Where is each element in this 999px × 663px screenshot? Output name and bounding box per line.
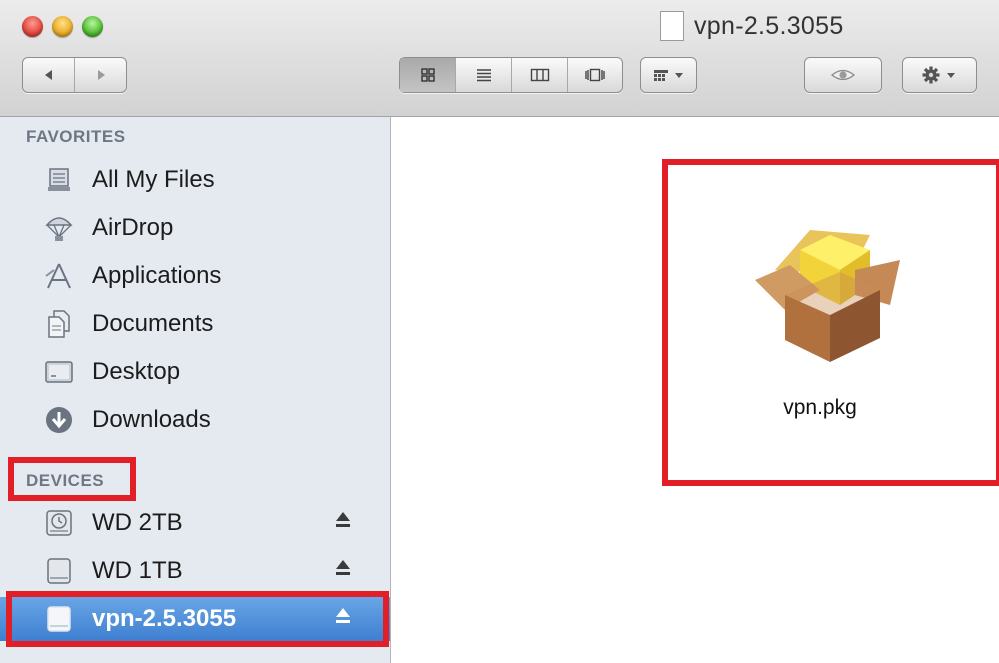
icon-view-icon [420,68,435,82]
window-title: vpn-2.5.3055 [660,8,844,44]
devices-highlight-box [8,457,136,501]
sidebar-item-label: Downloads [92,406,211,433]
sidebar-item-all-my-files[interactable]: All My Files [0,158,390,202]
back-arrow-icon [44,70,52,80]
sidebar-item-label: WD 2TB [92,509,183,536]
zoom-window-button[interactable] [82,16,103,37]
eye-icon [830,69,856,81]
airdrop-icon [44,213,74,243]
quicklook-group [804,57,882,93]
gear-icon [922,66,955,84]
selected-volume-highlight-box [6,591,389,647]
sidebar-item-airdrop[interactable]: AirDrop [0,206,390,250]
view-mode-group [399,57,623,93]
cover-flow-icon [585,68,605,82]
action-menu-button[interactable] [903,58,976,92]
arrange-group [640,57,697,93]
downloads-icon [44,405,74,435]
desktop-icon [44,357,74,387]
sidebar-item-wd-1tb[interactable]: WD 1TB [0,549,390,593]
sidebar-item-label: AirDrop [92,214,174,241]
sidebar-item-label: Documents [92,310,214,337]
column-view-button[interactable] [512,58,568,92]
disk-icon [44,556,74,586]
quicklook-button[interactable] [805,58,881,92]
window-title-text: vpn-2.5.3055 [694,11,844,40]
time-machine-disk-icon [44,508,74,538]
close-window-button[interactable] [22,16,43,37]
cover-flow-button[interactable] [568,58,622,92]
arrange-button[interactable] [641,58,696,92]
documents-icon [44,309,74,339]
window-toolbar: vpn-2.5.3055 [0,0,999,117]
list-view-icon [476,69,491,82]
eject-icon[interactable] [335,559,351,577]
sidebar-item-label: WD 1TB [92,557,183,584]
action-group [902,57,977,93]
back-forward-group [22,57,127,93]
sidebar-item-wd-2tb[interactable]: WD 2TB [0,501,390,545]
forward-arrow-icon [97,70,105,80]
sidebar: FAVORITES All My Files AirDrop Applicati… [0,117,391,663]
eject-icon[interactable] [335,511,351,529]
list-view-button[interactable] [456,58,512,92]
all-my-files-icon [44,165,74,195]
sidebar-item-label: Applications [92,262,222,289]
icon-view-button[interactable] [400,58,456,92]
minimize-window-button[interactable] [52,16,73,37]
sidebar-item-desktop[interactable]: Desktop [0,350,390,394]
sidebar-item-label: All My Files [92,166,215,193]
forward-button[interactable] [75,58,126,92]
back-button[interactable] [23,58,75,92]
sidebar-item-documents[interactable]: Documents [0,302,390,346]
sidebar-item-downloads[interactable]: Downloads [0,398,390,442]
volume-doc-icon [660,11,684,41]
applications-icon [44,261,74,291]
package-highlight-box [662,159,999,486]
column-view-icon [530,68,549,82]
favorites-header: FAVORITES [26,127,126,146]
arrange-icon [653,70,683,81]
sidebar-item-applications[interactable]: Applications [0,254,390,298]
sidebar-item-label: Desktop [92,358,181,385]
